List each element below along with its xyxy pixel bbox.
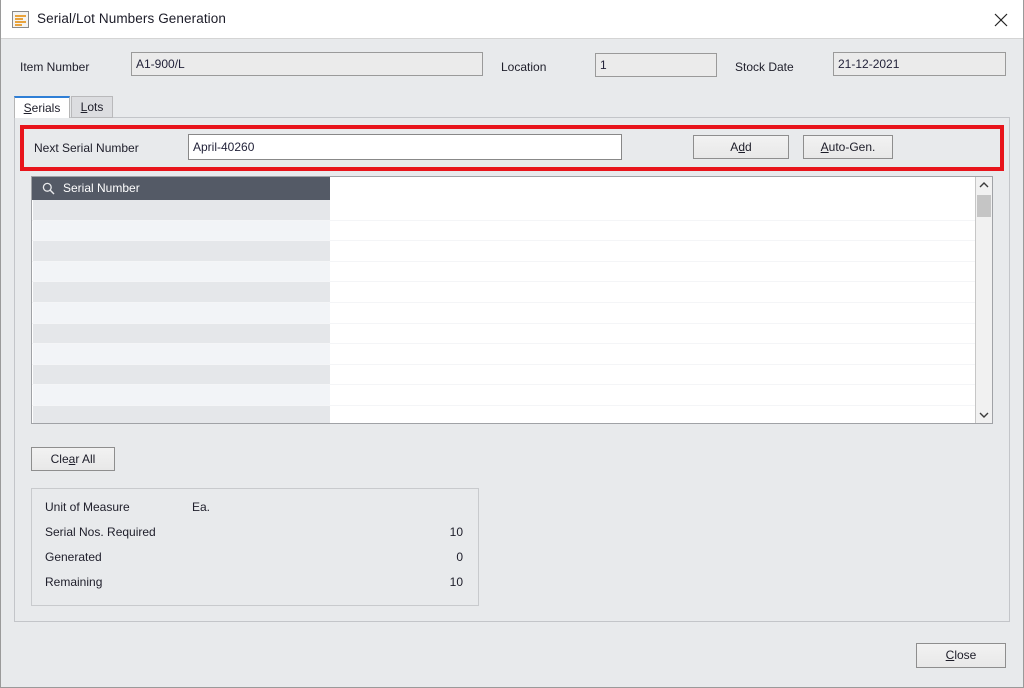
summary-row-value: 0 [456, 550, 463, 564]
serial-number-cell[interactable] [33, 200, 330, 220]
summary-row: Remaining 10 [32, 575, 478, 600]
summary-row-label: Serial Nos. Required [45, 525, 156, 539]
title-bar: Serial/Lot Numbers Generation [0, 0, 1024, 39]
close-icon[interactable] [978, 0, 1024, 38]
serial-number-cell[interactable] [33, 220, 330, 241]
item-number-field[interactable]: A1-900/L [131, 52, 483, 76]
serial-number-cell[interactable] [33, 261, 330, 282]
table-row[interactable] [32, 323, 992, 345]
summary-row-label: Remaining [45, 575, 103, 589]
serial-number-cell[interactable] [33, 282, 330, 302]
table-row[interactable] [32, 241, 992, 262]
summary-row: Generated 0 [32, 550, 478, 575]
next-serial-number-label: Next Serial Number [34, 141, 139, 155]
summary-row-label: Unit of Measure [45, 500, 130, 514]
tab-serials[interactable]: Serials [14, 96, 70, 118]
item-number-label: Item Number [20, 60, 90, 74]
serial-number-grid[interactable]: Serial Number [31, 176, 993, 424]
search-icon[interactable] [42, 182, 55, 198]
add-button[interactable]: Add [693, 135, 789, 159]
table-row[interactable] [32, 364, 992, 386]
serial-number-cell[interactable] [33, 364, 330, 385]
summary-row-label: Generated [45, 550, 102, 564]
table-row[interactable] [32, 282, 992, 303]
table-row[interactable] [32, 200, 992, 221]
summary-row-value: 10 [449, 525, 463, 539]
clear-all-button[interactable]: Clear All [31, 447, 115, 471]
grid-rows[interactable] [32, 200, 992, 423]
location-field[interactable]: 1 [595, 53, 717, 77]
auto-gen-button[interactable]: Auto-Gen. [803, 135, 893, 159]
serial-number-cell[interactable] [33, 405, 330, 423]
tab-lots-rest: ots [87, 100, 104, 114]
summary-row-value: 10 [449, 575, 463, 589]
table-row[interactable] [32, 344, 992, 365]
location-label: Location [501, 60, 547, 74]
scroll-thumb[interactable] [977, 195, 991, 217]
scroll-up-icon[interactable] [976, 177, 992, 194]
serial-number-cell[interactable] [33, 344, 330, 364]
tab-lots[interactable]: Lots [71, 96, 113, 118]
table-row[interactable] [32, 261, 992, 283]
serial-number-cell[interactable] [33, 385, 330, 405]
document-list-icon [12, 11, 29, 28]
serial-number-cell[interactable] [33, 241, 330, 261]
serial-number-cell[interactable] [33, 323, 330, 344]
stock-date-label: Stock Date [735, 60, 794, 74]
close-button[interactable]: Close [916, 643, 1006, 668]
table-row[interactable] [32, 405, 992, 423]
table-row[interactable] [32, 220, 992, 242]
summary-row-value: Ea. [192, 500, 211, 514]
tab-serials-rest: erials [31, 101, 61, 115]
scroll-down-icon[interactable] [976, 406, 992, 423]
serial-number-cell[interactable] [33, 302, 330, 323]
stock-date-field[interactable]: 21-12-2021 [833, 52, 1006, 76]
tab-serials-label: Serials [23, 101, 61, 115]
summary-row: Unit of Measure Ea. [32, 500, 478, 525]
grid-column-header[interactable]: Serial Number [32, 177, 330, 200]
next-serial-number-input[interactable]: April-40260 [188, 134, 622, 160]
window-title: Serial/Lot Numbers Generation [37, 11, 226, 26]
grid-column-header-label: Serial Number [63, 181, 140, 195]
summary-row: Serial Nos. Required 10 [32, 525, 478, 550]
summary-panel: Unit of Measure Ea. Serial Nos. Required 10… [31, 488, 479, 606]
table-row[interactable] [32, 385, 992, 406]
table-row[interactable] [32, 302, 992, 324]
grid-vertical-scrollbar[interactable] [975, 177, 992, 423]
serial-lot-numbers-generation-window: Serial/Lot Numbers Generation Item Numbe… [0, 0, 1024, 688]
tab-lots-label: Lots [80, 100, 104, 114]
